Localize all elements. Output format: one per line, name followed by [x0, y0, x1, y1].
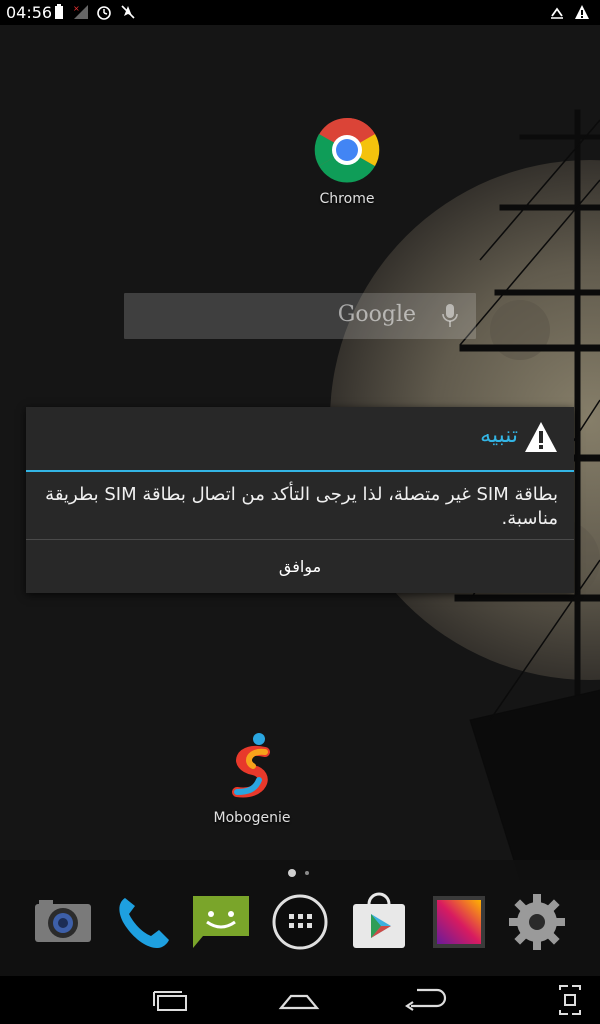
dialog-title: تنبيه — [480, 423, 518, 448]
dialog-header: تنبيه — [26, 407, 574, 470]
page-dot-active — [288, 869, 296, 877]
settings-icon[interactable] — [505, 890, 569, 954]
usb-debug-icon — [551, 7, 563, 19]
alarm-icon — [97, 6, 111, 20]
app-label-mobogenie: Mobogenie — [213, 810, 291, 826]
gallery-icon[interactable] — [427, 890, 491, 954]
messaging-icon[interactable] — [189, 890, 253, 954]
phone-icon[interactable] — [111, 890, 175, 954]
mobogenie-icon — [232, 733, 270, 798]
status-time: 04:56 — [6, 3, 53, 22]
page-dot — [305, 871, 309, 875]
play-store-icon[interactable] — [347, 890, 411, 954]
search-placeholder: Google — [337, 302, 416, 327]
sim-alert-dialog: تنبيه بطاقة SIM غير متصلة، لذا يرجى التأ… — [26, 407, 574, 593]
warning-icon — [525, 422, 557, 452]
camera-icon[interactable] — [31, 890, 95, 954]
navigation-bar — [0, 976, 600, 1024]
home-icon[interactable] — [269, 984, 329, 1016]
app-chrome[interactable]: Chrome — [292, 117, 402, 207]
all-apps-icon[interactable] — [268, 890, 332, 954]
dock — [0, 890, 600, 958]
mic-icon[interactable] — [442, 303, 458, 329]
chrome-icon — [314, 117, 380, 183]
status-bar: 04:56 × — [0, 0, 600, 25]
screenshot-icon[interactable] — [540, 984, 600, 1016]
dialog-message: بطاقة SIM غير متصلة، لذا يرجى التأكد من … — [45, 484, 558, 529]
svg-text:×: × — [73, 4, 80, 13]
battery-icon — [55, 4, 63, 19]
back-icon[interactable] — [397, 984, 457, 1016]
warning-icon — [575, 5, 589, 19]
recent-apps-icon[interactable] — [140, 984, 200, 1016]
no-signal-icon: × — [73, 4, 88, 19]
page-indicator — [288, 869, 309, 877]
app-mobogenie[interactable]: Mobogenie — [197, 732, 307, 826]
google-search-bar[interactable]: Google — [124, 293, 476, 339]
ok-button[interactable]: موافق — [26, 540, 574, 593]
no-gps-icon — [121, 5, 135, 19]
dialog-title-divider — [26, 470, 574, 472]
app-label-chrome: Chrome — [319, 191, 375, 207]
